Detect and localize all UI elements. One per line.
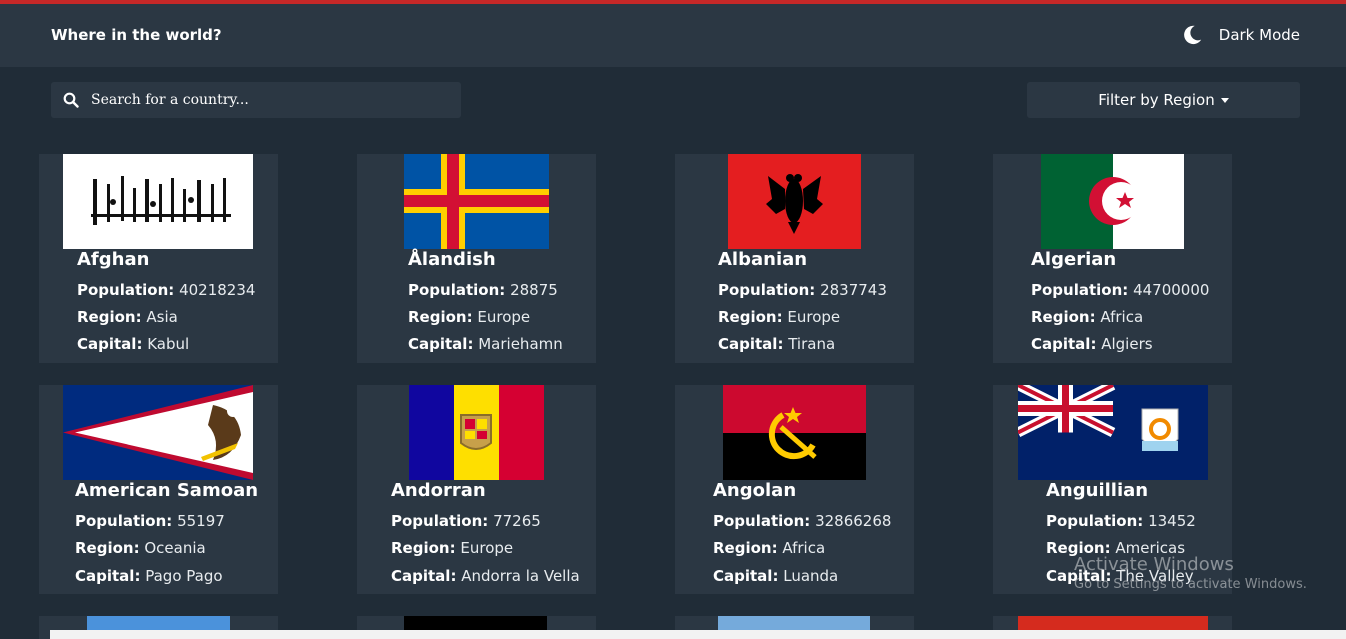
- population-line: Population: 32866268: [713, 512, 892, 530]
- country-card[interactable]: Ålandish Population: 28875 Region: Europ…: [357, 154, 596, 363]
- search-icon: [63, 92, 79, 108]
- capital-line: Capital: Mariehamn: [408, 335, 563, 353]
- country-name: Albanian: [718, 249, 808, 270]
- watermark-subtitle: Go to Settings to activate Windows.: [1074, 577, 1307, 592]
- country-card[interactable]: Algerian Population: 44700000 Region: Af…: [993, 154, 1232, 363]
- country-name: Anguillian: [1046, 480, 1149, 501]
- region-line: Region: Europe: [408, 308, 531, 326]
- caret-down-icon: [1220, 97, 1229, 103]
- moon-icon: [1183, 25, 1201, 45]
- region-line: Region: Oceania: [75, 539, 206, 557]
- capital-line: Capital: Pago Pago: [75, 567, 223, 585]
- watermark-title: Activate Windows: [1074, 554, 1234, 575]
- population-line: Population: 13452: [1046, 512, 1196, 530]
- region-line: Region: Asia: [77, 308, 178, 326]
- andorra-flag-image: [409, 385, 544, 480]
- dark-mode-toggle[interactable]: Dark Mode: [1181, 24, 1300, 46]
- country-card[interactable]: Angolan Population: 32866268 Region: Afr…: [675, 385, 914, 594]
- albania-flag-image: [728, 154, 861, 249]
- dark-mode-label: Dark Mode: [1218, 26, 1300, 44]
- angola-flag-image: [723, 385, 866, 480]
- country-name: Angolan: [713, 480, 797, 501]
- country-card[interactable]: Albanian Population: 2837743 Region: Eur…: [675, 154, 914, 363]
- population-line: Population: 2837743: [718, 281, 887, 299]
- region-line: Region: Africa: [1031, 308, 1144, 326]
- american-samoa-flag-image: [63, 385, 253, 480]
- afghanistan-flag-image: [63, 154, 253, 249]
- region-line: Region: Europe: [391, 539, 514, 557]
- search-input[interactable]: [91, 92, 431, 108]
- capital-line: Capital: Algiers: [1031, 335, 1153, 353]
- region-line: Region: Africa: [713, 539, 826, 557]
- filter-region-dropdown[interactable]: Filter by Region: [1027, 82, 1300, 118]
- region-line: Region: Europe: [718, 308, 841, 326]
- country-name: Ålandish: [408, 249, 496, 270]
- anguilla-flag-image: [1018, 385, 1208, 480]
- algeria-flag-image: [1041, 154, 1184, 249]
- search-bar: [51, 82, 461, 118]
- population-line: Population: 77265: [391, 512, 541, 530]
- capital-line: Capital: Andorra la Vella: [391, 567, 580, 585]
- os-taskbar: [50, 630, 1346, 639]
- country-name: Algerian: [1031, 249, 1117, 270]
- population-line: Population: 28875: [408, 281, 558, 299]
- aland-flag-image: [404, 154, 549, 249]
- population-line: Population: 40218234: [77, 281, 256, 299]
- capital-line: Capital: Luanda: [713, 567, 839, 585]
- country-name: Andorran: [391, 480, 486, 501]
- country-name: American Samoan: [75, 480, 259, 501]
- population-line: Population: 44700000: [1031, 281, 1210, 299]
- page-title: Where in the world?: [51, 26, 222, 44]
- country-card[interactable]: American Samoan Population: 55197 Region…: [39, 385, 278, 594]
- capital-line: Capital: Kabul: [77, 335, 190, 353]
- activation-watermark: Activate Windows Go to Settings to activ…: [1074, 554, 1307, 592]
- country-card[interactable]: Afghan Population: 40218234 Region: Asia…: [39, 154, 278, 363]
- filter-label: Filter by Region: [1098, 91, 1215, 109]
- country-card[interactable]: Andorran Population: 77265 Region: Europ…: [357, 385, 596, 594]
- country-name: Afghan: [77, 249, 150, 270]
- app-header: Where in the world? Dark Mode: [0, 4, 1346, 67]
- capital-line: Capital: Tirana: [718, 335, 836, 353]
- population-line: Population: 55197: [75, 512, 225, 530]
